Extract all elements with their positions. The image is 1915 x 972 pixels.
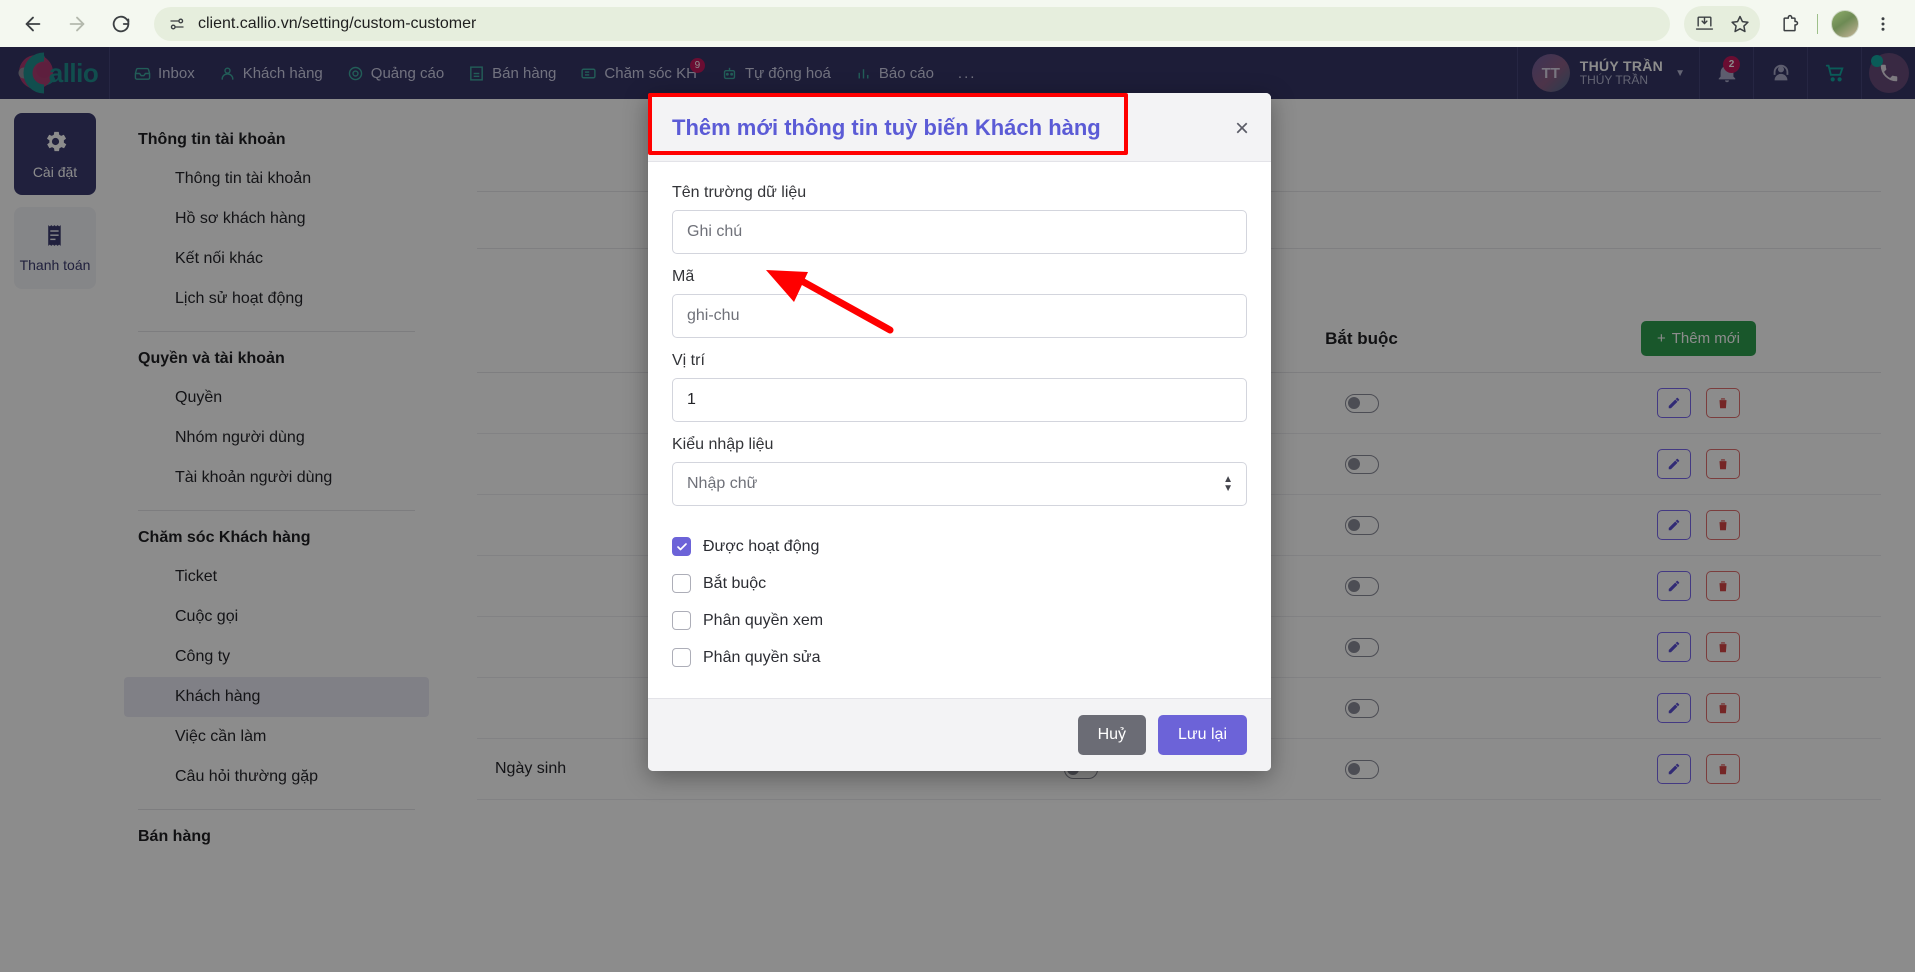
checkbox-bat-buoc[interactable]: Bắt buộc <box>672 565 1247 602</box>
checkbox-label: Phân quyền sửa <box>703 648 821 666</box>
checkbox-icon[interactable] <box>672 574 691 594</box>
checkbox-duoc-hoat-dong[interactable]: Được hoạt động <box>672 528 1247 565</box>
modal-header: Thêm mới thông tin tuỳ biến Khách hàng × <box>648 93 1271 163</box>
save-button[interactable]: Lưu lại <box>1158 715 1247 756</box>
avatar[interactable] <box>1827 6 1863 42</box>
address-bar[interactable]: client.callio.vn/setting/custom-customer <box>154 6 1670 41</box>
modal-checkbox-list: Được hoạt động Bắt buộc Phân quyền xem P… <box>672 520 1247 688</box>
field-label: Mã <box>672 268 695 286</box>
site-settings-icon[interactable] <box>168 15 186 33</box>
field-name-input[interactable]: Ghi chú <box>672 210 1247 255</box>
checkbox-label: Được hoạt động <box>703 537 820 555</box>
field-ma: Mã ghi-chu <box>672 268 1247 339</box>
input-type-select[interactable]: Nhập chữ <box>672 462 1247 507</box>
checkbox-icon[interactable] <box>672 648 691 668</box>
install-app-icon[interactable] <box>1686 6 1722 42</box>
browser-toolbar: client.callio.vn/setting/custom-customer <box>0 0 1915 47</box>
modal-title: Thêm mới thông tin tuỳ biến Khách hàng <box>672 115 1101 140</box>
select-stepper-icon: ▲ ▼ <box>1223 474 1233 495</box>
modal-footer: Huỷ Lưu lại <box>648 698 1271 772</box>
checkbox-label: Phân quyền xem <box>703 611 824 629</box>
extensions-puzzle-icon[interactable] <box>1772 6 1808 42</box>
field-label: Vị trí <box>672 352 705 370</box>
field-ten-truong-du-lieu: Tên trường dữ liệu Ghi chú <box>672 184 1247 255</box>
checkbox-icon[interactable] <box>672 611 691 631</box>
field-code-input[interactable]: ghi-chu <box>672 294 1247 339</box>
cancel-button[interactable]: Huỷ <box>1077 715 1147 756</box>
modal-body: Tên trường dữ liệu Ghi chú Mã ghi-chu Vị… <box>648 162 1271 699</box>
star-icon[interactable] <box>1722 6 1758 42</box>
field-kieu-nhap-lieu: Kiểu nhập liệu Nhập chữ ▲ ▼ <box>672 436 1247 507</box>
reload-icon[interactable] <box>102 5 140 43</box>
app-root: allio Inbox Khách hàng Quảng cáo Bán hàn… <box>0 47 1915 972</box>
close-icon[interactable]: × <box>1235 117 1249 141</box>
field-vi-tri: Vị trí 1 <box>672 352 1247 423</box>
toolbar-divider <box>1817 13 1818 34</box>
three-dot-menu-icon[interactable] <box>1865 6 1901 42</box>
field-label: Tên trường dữ liệu <box>672 184 807 202</box>
checkbox-phan-quyen-sua[interactable]: Phân quyền sửa <box>672 639 1247 676</box>
back-arrow-icon[interactable] <box>14 5 52 43</box>
add-custom-field-modal: Thêm mới thông tin tuỳ biến Khách hàng ×… <box>648 93 1271 772</box>
field-label: Kiểu nhập liệu <box>672 436 774 454</box>
forward-arrow-icon <box>58 5 96 43</box>
checkbox-icon[interactable] <box>672 537 691 557</box>
checkbox-label: Bắt buộc <box>703 574 767 592</box>
field-position-input[interactable]: 1 <box>672 378 1247 423</box>
checkbox-phan-quyen-xem[interactable]: Phân quyền xem <box>672 602 1247 639</box>
url-text: client.callio.vn/setting/custom-customer <box>198 14 477 32</box>
